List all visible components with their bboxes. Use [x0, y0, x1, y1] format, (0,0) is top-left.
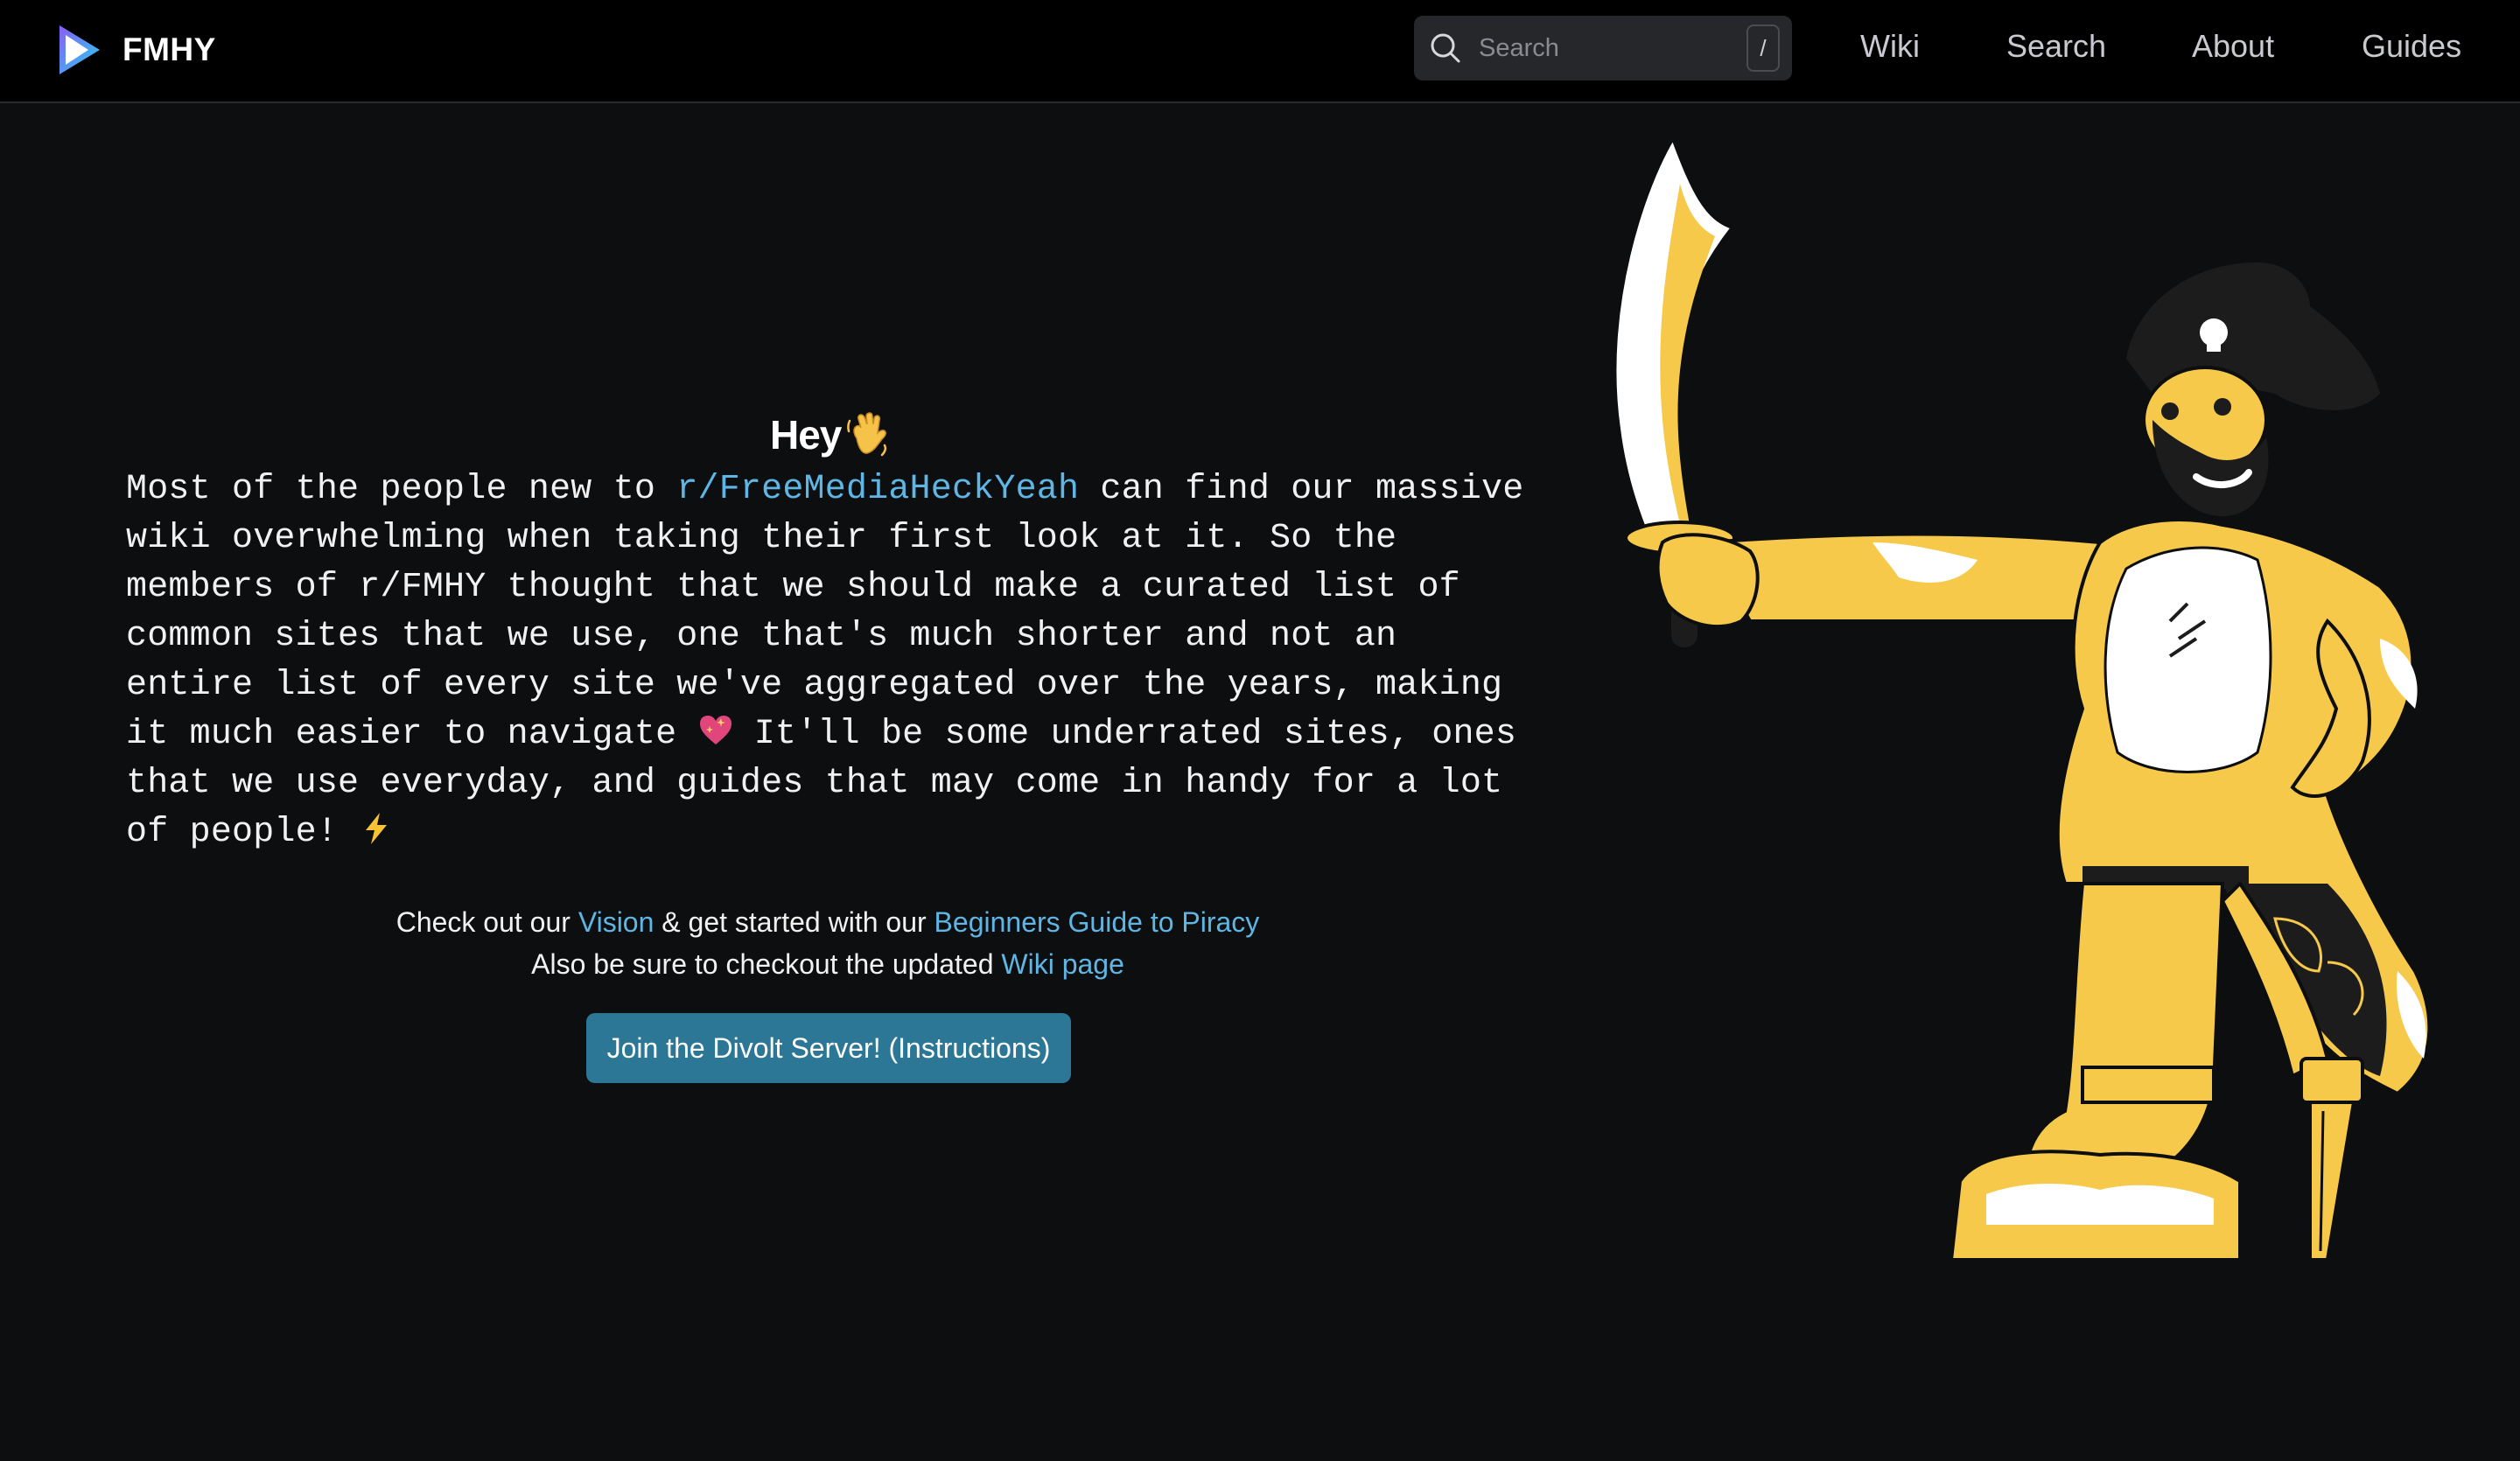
join-divolt-button[interactable]: Join the Divolt Server! (Instructions)	[586, 1013, 1071, 1083]
intro-text-1: Most of the people new to	[126, 470, 677, 509]
cta-lines: Check out our Vision & get started with …	[128, 901, 1528, 985]
cta-text: Check out our	[396, 906, 578, 938]
intro-paragraph: Most of the people new to r/FreeMediaHec…	[126, 465, 1544, 857]
nav-link-search[interactable]: Search	[2006, 24, 2106, 68]
beginners-guide-link[interactable]: Beginners Guide to Piracy	[934, 906, 1260, 938]
sparkling-heart-icon	[699, 716, 732, 744]
fmhy-page: FMHY Search / Wiki Search About Guides H…	[0, 0, 2520, 1461]
lightning-icon	[366, 813, 388, 844]
pirate-illustration	[1613, 134, 2432, 1262]
nav-links: Wiki Search About Guides	[0, 0, 2520, 94]
cta-line-1: Check out our Vision & get started with …	[128, 901, 1528, 943]
waving-hand-icon	[847, 412, 887, 457]
hero-title-text: Hey	[770, 412, 842, 458]
intro-text-2: can find our massive wiki overwhelming w…	[126, 470, 1524, 754]
nav-link-guides[interactable]: Guides	[2362, 24, 2461, 68]
wiki-page-link[interactable]: Wiki page	[1001, 948, 1124, 980]
cta-line-2: Also be sure to checkout the updated Wik…	[128, 943, 1528, 985]
top-navbar: FMHY Search / Wiki Search About Guides	[0, 0, 2520, 103]
subreddit-link[interactable]: r/FreeMediaHeckYeah	[676, 470, 1079, 509]
nav-link-wiki[interactable]: Wiki	[1860, 24, 1920, 68]
cta-text: & get started with our	[654, 906, 934, 938]
hero-heading: Hey	[770, 411, 890, 458]
nav-link-about[interactable]: About	[2192, 24, 2274, 68]
cta-text: Also be sure to checkout the updated	[531, 948, 1002, 980]
vision-link[interactable]: Vision	[578, 906, 654, 938]
